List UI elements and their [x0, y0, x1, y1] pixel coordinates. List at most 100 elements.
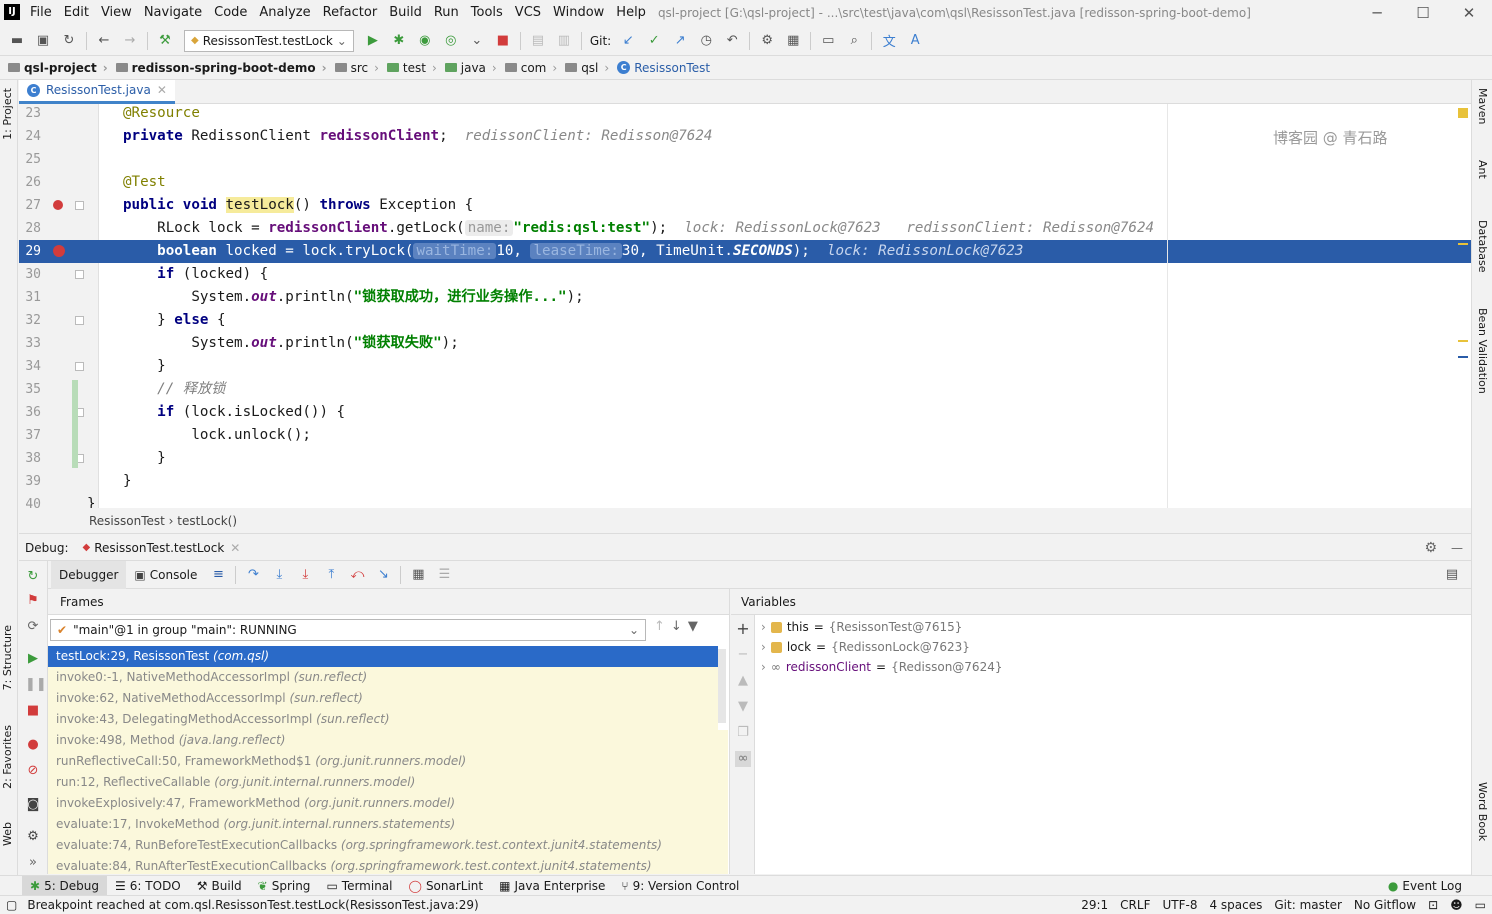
crumb-com[interactable]: com › [501, 61, 561, 75]
crumb-java[interactable]: java › [441, 61, 501, 75]
resume-icon[interactable]: ▶ [25, 651, 41, 667]
show-watches-icon[interactable]: ∞ [735, 751, 751, 767]
frame-row[interactable]: invoke:498, Method (java.lang.reflect) [48, 730, 728, 751]
run-configuration-select[interactable]: ◆ ResissonTest.testLock ⌄ [184, 29, 354, 52]
tool-event-log[interactable]: ● Event Log [1380, 876, 1470, 896]
notifications-icon[interactable]: ▭ [1469, 896, 1492, 914]
code-line[interactable]: 34 } [19, 355, 1471, 378]
code-line[interactable]: 26 @Test [19, 171, 1471, 194]
frame-row[interactable]: invoke:43, DelegatingMethodAccessorImpl … [48, 709, 718, 730]
crumb-qsl[interactable]: qsl › [561, 61, 613, 75]
synchronize-icon[interactable]: ↻ [58, 30, 80, 52]
gear-icon[interactable]: ⚙ [25, 829, 41, 845]
hide-panel-icon[interactable]: — [1451, 541, 1463, 555]
web-tool-tab[interactable]: Web [1, 822, 14, 846]
tool-todo[interactable]: ☰ 6: TODO [107, 876, 189, 896]
structure-tool-tab[interactable]: 7: Structure [1, 625, 14, 690]
close-icon[interactable]: ✕ [230, 541, 240, 555]
code-editor[interactable]: 23 @Resource 24 private RedissonClient red… [19, 104, 1471, 508]
stop-icon[interactable]: ■ [25, 703, 41, 719]
code-line[interactable]: 40} [19, 493, 1471, 508]
git-branch[interactable]: Git: master [1268, 896, 1348, 914]
gitflow-status[interactable]: No Gitflow [1348, 896, 1422, 914]
tab-console[interactable]: ▣ Console [126, 561, 205, 589]
debug-bug-icon[interactable]: ✱ [388, 30, 410, 52]
editor-tab-resissontest[interactable]: C ResissonTest.java ✕ [19, 79, 175, 104]
settings-wrench-icon[interactable]: ⚙ [756, 30, 778, 52]
code-line[interactable]: 23 @Resource [19, 104, 1471, 125]
variable-row[interactable]: › this = {ResissonTest@7615} [761, 617, 962, 637]
profile-icon[interactable]: ◎ [440, 30, 462, 52]
restart-icon[interactable]: ⟳ [25, 619, 41, 635]
variable-row[interactable]: › lock = {RedissonLock@7623} [761, 637, 970, 657]
code-line[interactable]: 35 // 释放锁 [19, 378, 1471, 401]
run-with-coverage-icon[interactable]: ◉ [414, 30, 436, 52]
menu-vcs[interactable]: VCS [509, 0, 547, 26]
maximize-button[interactable]: ☐ [1400, 0, 1446, 26]
frame-row[interactable]: evaluate:17, InvokeMethod (org.junit.int… [48, 814, 728, 835]
rerun-icon[interactable]: ↻ [25, 569, 41, 585]
frame-row[interactable]: invoke0:-1, NativeMethodAccessorImpl (su… [48, 667, 718, 688]
code-line[interactable]: 32 } else { [19, 309, 1471, 332]
error-stripe-mark[interactable] [1458, 356, 1468, 358]
copy-icon[interactable]: ❐ [735, 725, 751, 741]
more-icon[interactable]: » [25, 855, 41, 871]
variable-row[interactable]: › ∞ redissonClient = {Redisson@7624} [761, 657, 1002, 677]
view-breakpoints-icon[interactable]: ● [25, 737, 41, 753]
tab-debugger[interactable]: Debugger [51, 560, 127, 589]
camera-icon[interactable]: ◙ [25, 797, 41, 813]
run-icon[interactable]: ▶ [362, 30, 384, 52]
move-up-icon[interactable]: ▲ [735, 673, 751, 689]
step-over-icon[interactable]: ↷ [242, 564, 264, 586]
fold-marker-icon[interactable] [75, 201, 84, 210]
move-down-icon[interactable]: ▼ [735, 699, 751, 715]
chevron-right-icon[interactable]: › [761, 617, 766, 637]
thread-select[interactable]: ✔ "main"@1 in group "main": RUNNING ⌄ [50, 619, 646, 641]
filter-icon[interactable]: ▼ [688, 619, 698, 634]
project-structure-icon[interactable]: ▦ [782, 30, 804, 52]
frame-row[interactable]: invoke:62, NativeMethodAccessorImpl (sun… [48, 688, 718, 709]
git-commit-icon[interactable]: ✓ [643, 30, 665, 52]
bean-validation-tool-tab[interactable]: Bean Validation [1476, 308, 1489, 394]
drop-frame-icon[interactable]: ⤺ [346, 564, 368, 586]
fold-marker-icon[interactable] [75, 270, 84, 279]
menu-navigate[interactable]: Navigate [138, 0, 208, 26]
inspection-status-icon[interactable] [1458, 108, 1468, 118]
breakpoint-icon[interactable] [53, 245, 65, 257]
menu-lines-icon[interactable]: ≡ [207, 564, 229, 586]
toggle-tool-windows-icon[interactable]: ▢ [0, 896, 23, 914]
terminal-icon[interactable]: ▭ [817, 30, 839, 52]
menu-window[interactable]: Window [547, 0, 610, 26]
search-icon[interactable]: ⌕ [843, 30, 865, 52]
frame-row[interactable]: evaluate:84, RunAfterTestExecutionCallba… [48, 856, 728, 874]
editor-breadcrumbs[interactable]: ResissonTest › testLock() [19, 508, 1471, 534]
fold-marker-icon[interactable] [75, 316, 84, 325]
build-hammer-icon[interactable]: ⚒ [154, 30, 176, 52]
pause-icon[interactable]: ❚❚ [25, 677, 47, 693]
error-stripe-mark[interactable] [1458, 340, 1468, 342]
menu-file[interactable]: File [24, 0, 58, 26]
minimize-button[interactable]: ─ [1354, 0, 1400, 26]
code-line[interactable]: 31 System.out.println("锁获取成功，进行业务操作...")… [19, 286, 1471, 309]
word-book-tool-tab[interactable]: Word Book [1476, 782, 1489, 841]
fold-marker-icon[interactable] [75, 362, 84, 371]
crumb-test[interactable]: test › [383, 61, 441, 75]
favorites-tool-tab[interactable]: 2: Favorites [1, 725, 14, 789]
attach-debugger-icon[interactable]: ▤ [527, 30, 549, 52]
run-to-cursor-icon[interactable]: ↘ [372, 564, 394, 586]
line-separator[interactable]: CRLF [1114, 896, 1156, 914]
remove-watch-icon[interactable]: − [735, 647, 751, 663]
menu-run[interactable]: Run [428, 0, 465, 26]
menu-code[interactable]: Code [208, 0, 253, 26]
update-running-icon[interactable]: ▥ [553, 30, 575, 52]
caret-position[interactable]: 29:1 [1075, 896, 1114, 914]
lock-icon[interactable]: ⊡ [1422, 896, 1444, 914]
code-line[interactable]: 30 if (locked) { [19, 263, 1471, 286]
save-all-icon[interactable]: ▣ [32, 30, 54, 52]
frame-up-icon[interactable]: ↑ [654, 619, 665, 634]
menu-tools[interactable]: Tools [465, 0, 509, 26]
menu-analyze[interactable]: Analyze [253, 0, 316, 26]
chevron-right-icon[interactable]: › [761, 657, 766, 677]
code-line[interactable]: 33 System.out.println("锁获取失败"); [19, 332, 1471, 355]
open-folder-icon[interactable]: ▬ [6, 30, 28, 52]
